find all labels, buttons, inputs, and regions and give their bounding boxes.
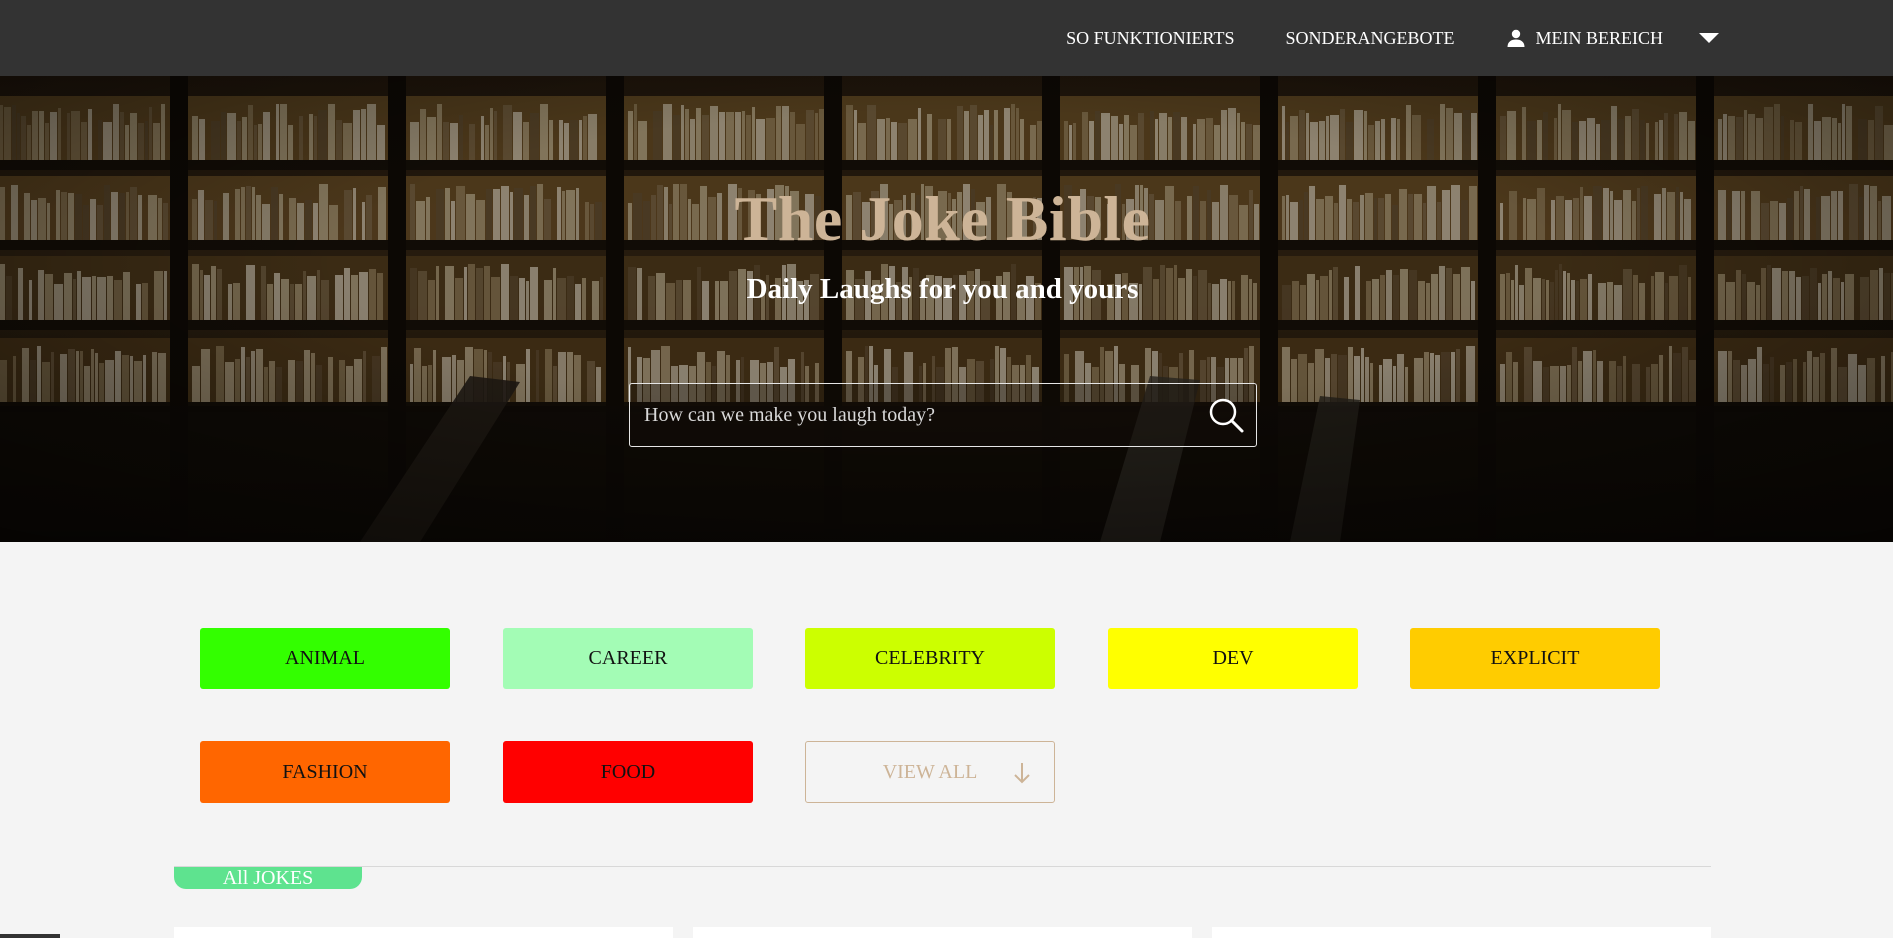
all-jokes-tab[interactable]: All JOKES (174, 867, 362, 889)
caret-down-icon[interactable] (1699, 31, 1719, 45)
search-icon[interactable] (1206, 396, 1246, 436)
user-icon (1507, 29, 1524, 47)
nav-link-how-it-works[interactable]: SO FUNKTIONIERTS (1066, 28, 1234, 49)
category-button-celebrity[interactable]: CELEBRITY (805, 628, 1055, 689)
site-title: The Joke Bible (734, 183, 1151, 254)
category-button-food[interactable]: FOOD (503, 741, 753, 803)
category-button-fashion[interactable]: FASHION (200, 741, 450, 803)
library-bookshelf-background (0, 76, 1893, 542)
nav-link-special-offers[interactable]: SONDERANGEBOTE (1286, 28, 1455, 49)
search-bar (629, 383, 1257, 447)
top-navbar: SO FUNKTIONIERTS SONDERANGEBOTE MEIN BER… (0, 0, 1893, 76)
site-subtitle: Daily Laughs for you and yours (746, 273, 1139, 305)
nav-link-my-area-label: MEIN BEREICH (1535, 27, 1664, 48)
view-all-button[interactable]: VIEW ALL (805, 741, 1055, 803)
view-all-label: VIEW ALL (882, 760, 978, 783)
section-divider (174, 866, 1711, 867)
category-button-explicit[interactable]: EXPLICIT (1410, 628, 1660, 689)
arrow-down-icon (1014, 763, 1030, 784)
category-button-animal[interactable]: ANIMAL (200, 628, 450, 689)
hero-banner: The Joke Bible Daily Laughs for you and … (0, 76, 1893, 542)
search-input[interactable] (644, 384, 1184, 446)
joke-card[interactable] (174, 927, 673, 938)
nav-link-my-area[interactable]: MEIN BEREICH (1506, 27, 1664, 49)
joke-card[interactable] (693, 927, 1192, 938)
bottom-scroll-strip (0, 934, 60, 938)
joke-card[interactable] (1212, 927, 1711, 938)
category-button-career[interactable]: CAREER (503, 628, 753, 689)
category-button-dev[interactable]: DEV (1108, 628, 1358, 689)
